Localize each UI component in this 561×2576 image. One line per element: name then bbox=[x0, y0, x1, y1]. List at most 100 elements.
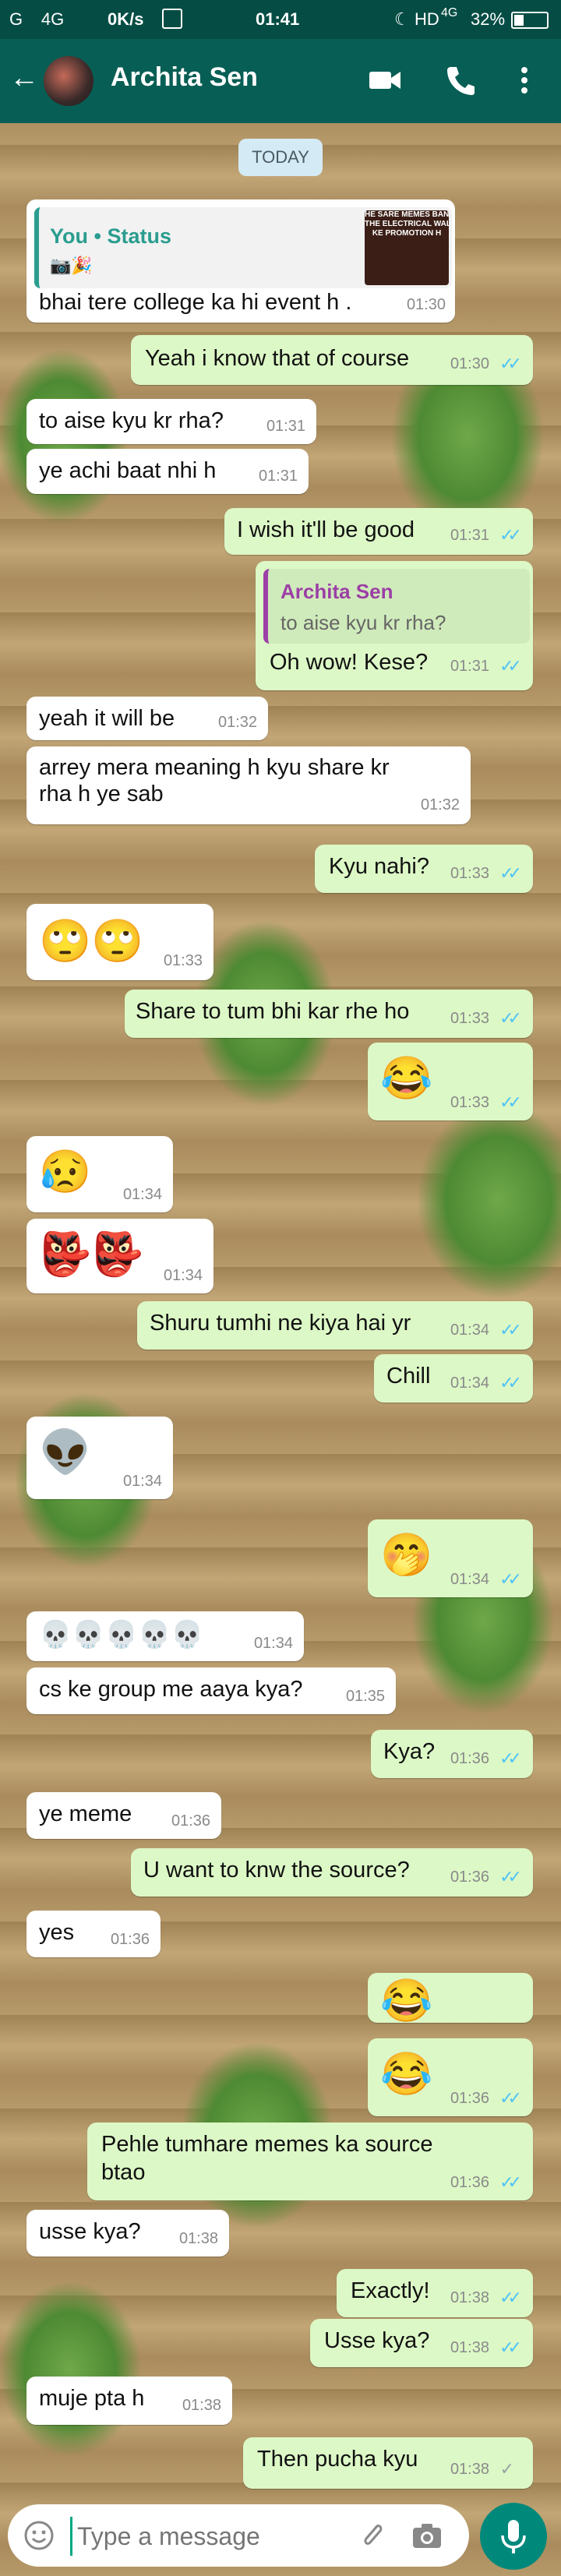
message-time: 01:30 bbox=[450, 355, 489, 372]
message-bubble-incoming[interactable]: muje pta h 01:38 bbox=[26, 2377, 232, 2425]
message-composer bbox=[8, 2504, 469, 2567]
mic-button[interactable] bbox=[480, 2503, 547, 2570]
read-ticks-icon: ✓✓ bbox=[499, 863, 522, 883]
emoji-eyeroll: 🙄🙄 bbox=[39, 918, 144, 965]
message-time: 01:38 bbox=[182, 2397, 221, 2414]
avatar[interactable] bbox=[44, 56, 94, 106]
emoji-laugh: 😂 bbox=[380, 2051, 433, 2098]
message-bubble-outgoing[interactable]: 😂 01:33 ✓✓ bbox=[368, 1043, 533, 1120]
read-ticks-icon: ✓✓ bbox=[499, 2088, 522, 2108]
network-indicator: G 4G bbox=[9, 9, 78, 29]
message-time: 01:32 bbox=[217, 714, 257, 731]
emoji-goblin: 👺👺 bbox=[39, 1231, 144, 1278]
message-bubble-incoming[interactable]: cs ke group me aaya kya? 01:35 bbox=[26, 1667, 396, 1714]
quoted-author: Archita Sen bbox=[280, 580, 393, 603]
read-ticks-icon: ✓✓ bbox=[499, 656, 522, 676]
message-bubble-outgoing[interactable]: Shuru tumhi ne kiya hai yr 01:34 ✓✓ bbox=[137, 1301, 533, 1350]
message-time: 01:32 bbox=[420, 796, 460, 813]
message-bubble-outgoing[interactable]: Share to tum bhi kar rhe ho 01:33 ✓✓ bbox=[125, 990, 533, 1038]
message-bubble-incoming[interactable]: yeah it will be 01:32 bbox=[26, 697, 268, 740]
read-ticks-icon: ✓✓ bbox=[499, 1092, 522, 1112]
message-bubble-outgoing[interactable]: U want to knw the source? 01:36 ✓✓ bbox=[131, 1848, 533, 1897]
message-bubble-outgoing[interactable]: Chill 01:34 ✓✓ bbox=[374, 1354, 533, 1403]
clock: 01:41 bbox=[256, 9, 300, 29]
message-bubble-outgoing[interactable]: 😂 bbox=[368, 1973, 533, 2024]
message-time: 01:34 bbox=[450, 1571, 489, 1588]
message-text: Kyu nahi? bbox=[329, 854, 429, 879]
message-time: 01:38 bbox=[450, 2339, 489, 2356]
voice-call-icon[interactable] bbox=[441, 61, 480, 100]
video-call-icon[interactable] bbox=[366, 61, 405, 100]
battery-icon bbox=[511, 12, 549, 29]
quoted-status[interactable]: You • Status 📷🎉 HE SARE MEMES BANI THE E… bbox=[34, 207, 452, 288]
message-time: 01:34 bbox=[163, 1267, 203, 1284]
message-bubble-incoming[interactable]: to aise kyu kr rha? 01:31 bbox=[26, 399, 316, 444]
message-bubble-incoming[interactable]: ye achi baat nhi h 01:31 bbox=[26, 449, 309, 494]
emoji-laugh: 😂 bbox=[380, 1978, 433, 2024]
quoted-message[interactable]: Archita Sen to aise kyu kr rha? bbox=[263, 569, 530, 644]
message-time: 01:33 bbox=[450, 865, 489, 882]
message-bubble-outgoing[interactable]: Usse kya? 01:38 ✓✓ bbox=[310, 2319, 533, 2367]
mic-icon bbox=[501, 2520, 526, 2553]
message-bubble-incoming[interactable]: 👺👺 01:34 bbox=[26, 1219, 213, 1293]
message-text: usse kya? bbox=[39, 2219, 141, 2244]
attach-icon[interactable] bbox=[355, 2518, 390, 2553]
message-bubble-outgoing[interactable]: 😂 01:36 ✓✓ bbox=[368, 2038, 533, 2116]
message-time: 01:33 bbox=[450, 1094, 489, 1111]
message-bubble-outgoing[interactable]: Kya? 01:36 ✓✓ bbox=[371, 1730, 533, 1778]
message-text: ye achi baat nhi h bbox=[39, 458, 217, 483]
emoji-skulls: 💀💀💀💀💀 bbox=[39, 1620, 204, 1650]
message-bubble-outgoing[interactable]: Exactly! 01:38 ✓✓ bbox=[337, 2269, 533, 2317]
read-ticks-icon: ✓✓ bbox=[499, 2288, 522, 2307]
more-options-icon[interactable] bbox=[505, 61, 544, 100]
message-bubble-outgoing[interactable]: I wish it'll be good 01:31 ✓✓ bbox=[224, 508, 533, 555]
message-bubble-incoming[interactable]: yes 01:36 bbox=[26, 1911, 161, 1957]
emoji-picker-icon[interactable] bbox=[23, 2520, 55, 2551]
read-ticks-icon: ✓✓ bbox=[499, 1749, 522, 1768]
message-bubble-outgoing[interactable]: Then pucha kyu 01:38 ✓ bbox=[243, 2437, 533, 2489]
message-time: 01:36 bbox=[450, 1868, 489, 1886]
read-ticks-icon: ✓✓ bbox=[499, 525, 522, 545]
camera-icon[interactable] bbox=[410, 2518, 444, 2553]
message-time: 01:34 bbox=[122, 1473, 162, 1490]
message-bubble-incoming[interactable]: arrey mera meaning h kyu share kr rha h … bbox=[26, 746, 471, 824]
message-bubble-incoming[interactable]: ye meme 01:36 bbox=[26, 1792, 221, 1839]
message-text: Share to tum bhi kar rhe ho bbox=[136, 999, 410, 1024]
message-bubble-incoming[interactable]: 👽 01:34 bbox=[26, 1417, 173, 1499]
emoji-hand-over-mouth: 🤭 bbox=[380, 1532, 433, 1579]
chat-header: ← Archita Sen bbox=[0, 39, 561, 123]
message-text: muje pta h bbox=[39, 2386, 145, 2411]
read-ticks-icon: ✓✓ bbox=[499, 2172, 522, 2192]
message-bubble-incoming[interactable]: 💀💀💀💀💀 01:34 bbox=[26, 1611, 304, 1661]
message-text: Usse kya? bbox=[324, 2328, 430, 2353]
quoted-author: You • Status bbox=[50, 224, 171, 248]
message-bubble-outgoing[interactable]: Pehle tumhare memes ka source btao 01:36… bbox=[87, 2123, 533, 2200]
message-input[interactable] bbox=[70, 2517, 344, 2556]
message-time: 01:38 bbox=[178, 2230, 218, 2247]
message-text: bhai tere college ka hi event h . bbox=[39, 290, 352, 315]
message-bubble-incoming[interactable]: 🙄🙄 01:33 bbox=[26, 904, 213, 980]
message-bubble-outgoing[interactable]: Yeah i know that of course 01:30 ✓✓ bbox=[131, 335, 533, 385]
network-speed: 0K/s bbox=[108, 9, 144, 29]
moon-icon: ☾ bbox=[394, 9, 410, 29]
contact-name[interactable]: Archita Sen bbox=[111, 62, 258, 93]
message-bubble-outgoing[interactable]: Kyu nahi? 01:33 ✓✓ bbox=[315, 845, 533, 893]
message-text: cs ke group me aaya kya? bbox=[39, 1677, 303, 1702]
message-bubble-incoming[interactable]: usse kya? 01:38 bbox=[26, 2210, 229, 2257]
status-thumbnail: HE SARE MEMES BANI THE ELECTRICAL WALO K… bbox=[365, 210, 449, 285]
message-bubble-outgoing[interactable]: 🤭 01:34 ✓✓ bbox=[368, 1519, 533, 1597]
message-text: yeah it will be bbox=[39, 706, 175, 731]
message-bubble-incoming[interactable]: 😥 01:34 bbox=[26, 1136, 173, 1212]
status-bar: G 4G 0K/s 01:41 ☾ HD 4G 32% bbox=[0, 0, 561, 39]
message-time: 01:33 bbox=[450, 1010, 489, 1027]
message-bubble-outgoing[interactable]: Archita Sen to aise kyu kr rha? Oh wow! … bbox=[256, 561, 533, 690]
message-time: 01:34 bbox=[122, 1186, 162, 1203]
back-arrow-icon[interactable]: ← bbox=[9, 62, 41, 94]
message-text: ye meme bbox=[39, 1801, 132, 1826]
read-ticks-icon: ✓✓ bbox=[499, 354, 522, 373]
quoted-text: to aise kyu kr rha? bbox=[280, 611, 446, 634]
message-time: 01:34 bbox=[450, 1322, 489, 1339]
message-bubble-incoming[interactable]: You • Status 📷🎉 HE SARE MEMES BANI THE E… bbox=[26, 199, 455, 323]
hd-indicator: HD bbox=[415, 9, 439, 29]
message-time: 01:31 bbox=[258, 468, 298, 485]
